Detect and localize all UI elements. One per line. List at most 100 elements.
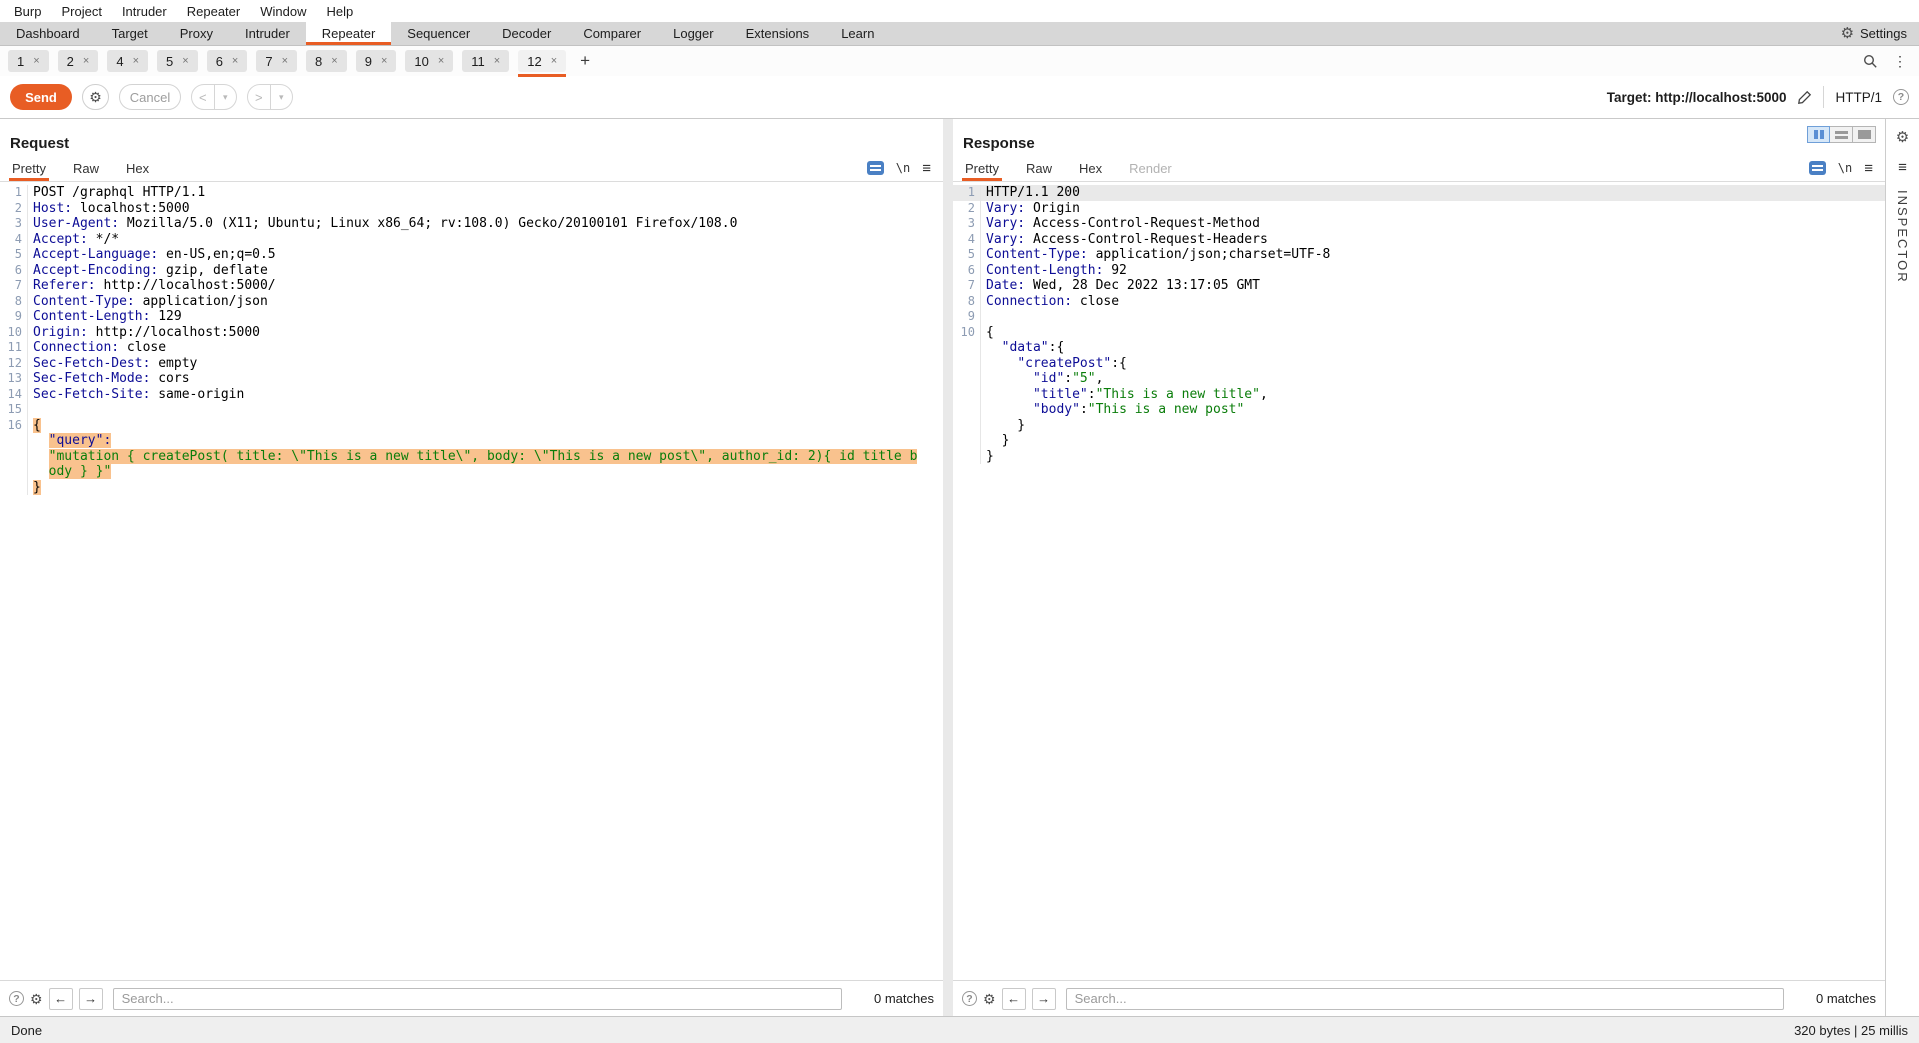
response-code-line: 5 Content-Type: application/json;charset=… [953,247,1885,263]
edit-target-pencil-icon[interactable] [1797,90,1812,105]
repeater-tab-6[interactable]: 6 × [206,50,248,72]
menu-window[interactable]: Window [250,4,316,19]
search-settings-gear-icon[interactable]: ⚙ [30,992,43,1006]
syntax-highlight-icon[interactable] [1808,161,1826,175]
http-version-label[interactable]: HTTP/1 [1835,90,1882,105]
layout-single-button[interactable] [1853,126,1876,143]
response-tab-hex[interactable]: Hex [1079,155,1102,181]
request-tab-pretty[interactable]: Pretty [9,155,49,181]
settings-gear-icon: ⚙ [1840,25,1855,42]
repeater-tab-8[interactable]: 8 × [306,50,347,72]
request-editor[interactable]: 1 POST /graphql HTTP/1.1 2 Host: localhost:… [0,182,943,980]
close-tab-icon[interactable]: × [83,55,89,67]
repeater-tab-4[interactable]: 4 × [107,50,149,72]
tab-logger[interactable]: Logger [657,22,729,45]
close-tab-icon[interactable]: × [331,55,337,67]
response-search-input[interactable] [1065,987,1784,1010]
inspector-menu-icon[interactable]: ≡ [1898,160,1907,175]
search-icon[interactable] [1863,54,1878,69]
repeater-tab-5[interactable]: 5 × [157,50,198,72]
code-text: Date: Wed, 28 Dec 2022 13:17:05 GMT [980,278,1260,294]
code-text: } [980,433,1009,449]
tab-repeater[interactable]: Repeater [305,22,392,45]
close-tab-icon[interactable]: × [381,55,387,67]
forward-dropdown-icon[interactable]: ▾ [269,85,293,109]
settings-button[interactable]: ⚙ Settings [1841,22,1919,45]
tab-intruder[interactable]: Intruder [229,22,306,45]
inspector-gear-icon[interactable]: ⚙ [1896,130,1909,145]
close-tab-icon[interactable]: × [182,55,188,67]
repeater-tab-1[interactable]: 1 × [8,50,49,72]
next-match-button[interactable]: → [1031,987,1056,1010]
close-tab-icon[interactable]: × [282,55,288,67]
search-settings-gear-icon[interactable]: ⚙ [983,992,996,1006]
help-icon[interactable]: ? [9,991,24,1006]
response-tab-pretty[interactable]: Pretty [962,155,1002,181]
help-icon[interactable]: ? [962,991,977,1006]
next-match-button[interactable]: → [78,987,103,1010]
request-search-input[interactable] [112,987,842,1010]
forward-arrow[interactable]: > [248,85,270,109]
menu-help[interactable]: Help [316,4,363,19]
layout-columns-button[interactable] [1807,126,1830,143]
inspector-label[interactable]: INSPECTOR [1895,190,1910,284]
menu-intruder[interactable]: Intruder [112,4,177,19]
tab-decoder[interactable]: Decoder [486,22,567,45]
layout-rows-button[interactable] [1830,126,1853,143]
repeater-tab-7[interactable]: 7 × [256,50,298,72]
response-code-line: 2 Vary: Origin [953,200,1885,216]
code-text: { [27,417,41,433]
syntax-highlight-icon[interactable] [866,161,884,175]
prev-match-button[interactable]: ← [48,987,73,1010]
response-editor[interactable]: 1 HTTP/1.1 200 2 Vary: Origin 3 Vary: Access-… [953,182,1885,980]
request-code-line: 5 Accept-Language: en-US,en;q=0.5 [0,247,943,263]
tab-sequencer[interactable]: Sequencer [391,22,486,45]
back-dropdown-icon[interactable]: ▾ [213,85,237,109]
repeater-toolbar: Send ⚙ Cancel < ▾ > ▾ Target: http://loc… [0,76,1919,119]
help-icon[interactable]: ? [1893,89,1909,105]
tab-dashboard[interactable]: Dashboard [0,22,96,45]
line-number [953,387,980,403]
cancel-button[interactable]: Cancel [119,84,181,110]
newline-toggle-icon[interactable]: \n [1838,161,1852,175]
close-tab-icon[interactable]: × [232,55,238,67]
prev-match-button[interactable]: ← [1001,987,1026,1010]
menu-repeater[interactable]: Repeater [177,4,250,19]
close-tab-icon[interactable]: × [551,55,557,67]
back-history-button[interactable]: < ▾ [191,84,237,110]
more-options-icon[interactable]: ⋮ [1893,53,1907,70]
menu-burp[interactable]: Burp [4,4,51,19]
response-tab-raw[interactable]: Raw [1026,155,1052,181]
add-tab-button[interactable]: + [580,51,590,71]
tab-target[interactable]: Target [96,22,164,45]
forward-history-button[interactable]: > ▾ [247,84,293,110]
inspector-sidebar[interactable]: ⚙ ≡ INSPECTOR [1885,119,1919,1016]
close-tab-icon[interactable]: × [494,55,500,67]
repeater-tab-9[interactable]: 9 × [355,50,397,72]
close-tab-icon[interactable]: × [438,55,444,67]
repeater-tab-10[interactable]: 10 × [405,50,454,72]
tab-extensions[interactable]: Extensions [730,22,826,45]
request-tab-raw[interactable]: Raw [73,155,99,181]
request-code-line: 10 Origin: http://localhost:5000 [0,324,943,340]
back-arrow[interactable]: < [192,85,214,109]
request-settings-button[interactable]: ⚙ [82,84,109,110]
repeater-tab-11[interactable]: 11 × [462,50,510,72]
code-text: } [27,479,41,495]
close-tab-icon[interactable]: × [33,55,39,67]
repeater-tab-12[interactable]: 12 × [518,50,567,77]
send-button[interactable]: Send [10,84,72,110]
panel-splitter[interactable] [943,119,953,1016]
code-text: Connection: close [27,340,166,356]
menu-icon[interactable]: ≡ [922,161,931,176]
code-text: "data":{ [980,340,1064,356]
tab-comparer[interactable]: Comparer [567,22,657,45]
menu-icon[interactable]: ≡ [1864,161,1873,176]
close-tab-icon[interactable]: × [133,55,139,67]
newline-toggle-icon[interactable]: \n [896,161,910,175]
menu-project[interactable]: Project [51,4,111,19]
request-tab-hex[interactable]: Hex [126,155,149,181]
tab-proxy[interactable]: Proxy [164,22,229,45]
repeater-tab-2[interactable]: 2 × [57,50,99,72]
tab-learn[interactable]: Learn [825,22,890,45]
